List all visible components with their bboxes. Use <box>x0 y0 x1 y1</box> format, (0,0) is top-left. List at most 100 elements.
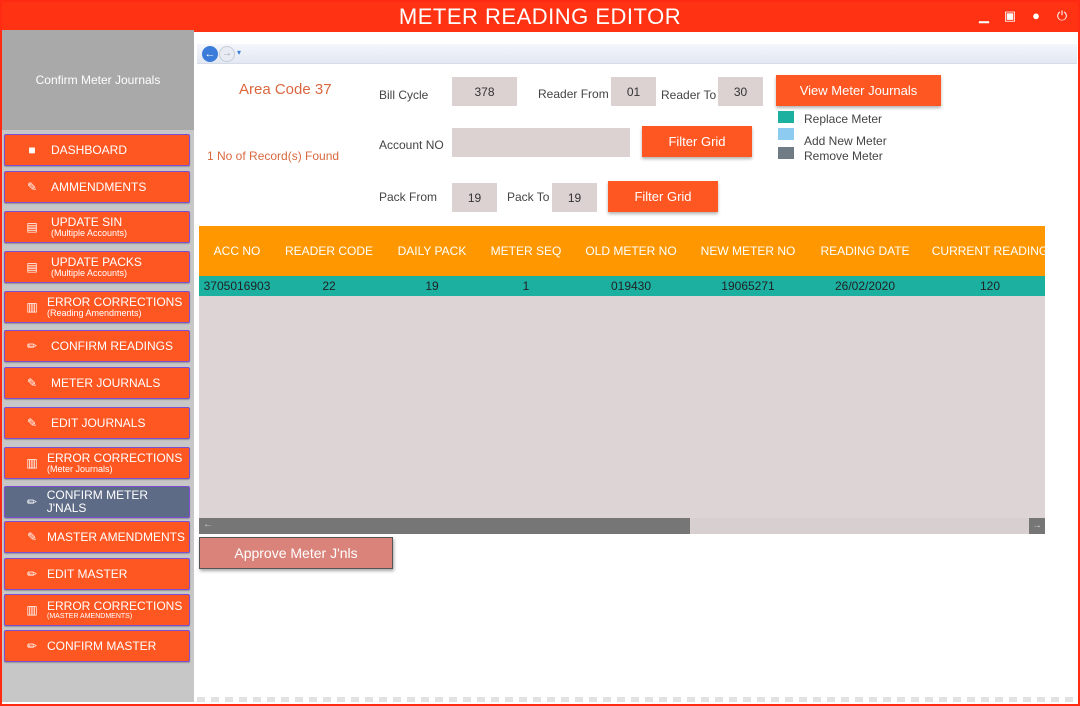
legend-label-replace: Replace Meter <box>804 112 883 126</box>
sidebar-item-label: EDIT MASTER <box>47 566 128 581</box>
scroll-right-icon[interactable]: → <box>1029 518 1045 534</box>
window-title: METER READING EDITOR <box>398 4 682 29</box>
sidebar-item-edit-journals[interactable]: ✎ EDIT JOURNALS <box>4 407 190 439</box>
account-no-label: Account NO <box>379 138 444 152</box>
scrollbar-thumb[interactable] <box>199 518 690 534</box>
column-header[interactable]: READER CODE <box>275 226 383 276</box>
view-meter-journals-button[interactable]: View Meter Journals <box>776 75 941 106</box>
window-controls: ▁ ▣ ● ⏻ <box>976 8 1070 24</box>
journals-grid: ACC NO READER CODE DAILY PACK METER SEQ … <box>199 226 1045 534</box>
sidebar-header: Confirm Meter Journals <box>2 30 194 130</box>
pack-to-field[interactable]: 19 <box>552 183 597 212</box>
column-header[interactable]: DAILY PACK <box>383 226 481 276</box>
sidebar-item-error-corrections-reading[interactable]: ▥ ERROR CORRECTIONS (Reading Amendments) <box>4 291 190 323</box>
table-cell: 19 <box>425 279 439 293</box>
reader-from-field[interactable]: 01 <box>611 77 656 106</box>
table-cell: 019430 <box>610 279 652 293</box>
pack-from-field[interactable]: 19 <box>452 183 497 212</box>
column-header[interactable]: READING DATE <box>805 226 925 276</box>
back-arrow-icon[interactable]: ← <box>202 46 218 62</box>
area-code-label: Area Code 37 <box>239 81 332 98</box>
scroll-left-icon[interactable]: ← <box>203 519 213 530</box>
sidebar-item-sublabel: (Meter Journals) <box>47 463 113 474</box>
sidebar-item-label: EDIT JOURNALS <box>51 415 146 430</box>
sidebar-item-label: ERROR CORRECTIONS <box>47 450 183 465</box>
sidebar-item-confirm-readings[interactable]: ✏ CONFIRM READINGS <box>4 330 190 362</box>
pencil-icon: ✏ <box>26 339 38 353</box>
pencil-icon: ✏ <box>26 495 37 509</box>
legend-swatch-add <box>778 128 794 140</box>
sidebar-item-label: ERROR CORRECTIONS <box>47 599 183 614</box>
minimize-icon[interactable]: ▁ <box>976 8 992 24</box>
forward-arrow-icon[interactable]: → <box>219 46 235 62</box>
navigation-bar: ← → ▾ <box>197 44 1077 64</box>
sidebar-item-error-corrections-master[interactable]: ▥ ERROR CORRECTIONS (MASTER AMENDMENTS) <box>4 594 190 626</box>
grid-header: ACC NO READER CODE DAILY PACK METER SEQ … <box>199 226 1045 276</box>
sidebar-item-label: CONFIRM READINGS <box>51 338 174 353</box>
sidebar-item-dashboard[interactable]: ■ DASHBOARD <box>4 134 190 166</box>
column-header[interactable]: NEW METER NO <box>691 226 805 276</box>
stack-icon: ▥ <box>26 300 38 314</box>
account-no-field[interactable] <box>452 128 630 157</box>
sidebar-item-label: UPDATE SIN <box>51 214 123 229</box>
document-icon: ▤ <box>26 220 38 234</box>
legend-label-remove: Remove Meter <box>804 149 883 163</box>
maximize-icon[interactable]: ▣ <box>1002 8 1018 24</box>
sidebar-item-label: CONFIRM MASTER <box>47 638 157 653</box>
table-cell: 22 <box>322 279 336 293</box>
pencil-icon: ✏ <box>26 567 38 581</box>
sidebar-item-master-amendments[interactable]: ✎ MASTER AMENDMENTS <box>4 521 190 553</box>
pack-from-label: Pack From <box>379 190 438 204</box>
stack-icon: ▥ <box>26 456 38 470</box>
reader-to-field[interactable]: 30 <box>718 77 763 106</box>
sidebar-item-label: ERROR CORRECTIONS <box>47 294 183 309</box>
sidebar-item-ammendments[interactable]: ✎ AMMENDMENTS <box>4 171 190 203</box>
records-found-label: 1 No of Record(s) Found <box>207 149 340 163</box>
sidebar-item-update-packs[interactable]: ▤ UPDATE PACKS (Multiple Accounts) <box>4 251 190 283</box>
bill-cycle-label: Bill Cycle <box>379 88 429 102</box>
column-header[interactable]: CURRENT READING <box>925 226 1045 276</box>
sidebar-item-sublabel: (Reading Amendments) <box>47 307 142 318</box>
approve-meter-journals-button[interactable]: Approve Meter J'nls <box>199 537 393 569</box>
column-header[interactable]: METER SEQ <box>481 226 571 276</box>
document-icon: ▤ <box>26 260 38 274</box>
user-edit-icon: ✎ <box>26 180 38 194</box>
bill-cycle-field[interactable]: 378 <box>452 77 517 106</box>
sidebar-item-error-corrections-meter[interactable]: ▥ ERROR CORRECTIONS (Meter Journals) <box>4 447 190 479</box>
table-cell: 19065271 <box>721 279 775 293</box>
legend-swatch-remove <box>778 147 794 159</box>
sidebar-item-label: METER JOURNALS <box>51 375 161 390</box>
reader-from-label: Reader From <box>538 87 609 101</box>
sidebar-item-update-sin[interactable]: ▤ UPDATE SIN (Multiple Accounts) <box>4 211 190 243</box>
sidebar-item-meter-journals[interactable]: ✎ METER JOURNALS <box>4 367 190 399</box>
user-edit-icon: ✎ <box>26 416 38 430</box>
stack-icon: ▥ <box>26 603 38 617</box>
pencil-icon: ✏ <box>26 639 38 653</box>
sidebar-item-label: AMMENDMENTS <box>51 179 147 194</box>
filter-grid-button[interactable]: Filter Grid <box>642 126 752 157</box>
book-icon: ■ <box>28 143 36 157</box>
chevron-down-icon[interactable]: ▾ <box>237 48 241 57</box>
horizontal-scrollbar[interactable]: ← → <box>199 518 1045 534</box>
reader-to-label: Reader To <box>661 88 717 102</box>
sidebar-item-sublabel: (MASTER AMENDMENTS) <box>47 612 133 620</box>
column-header[interactable]: ACC NO <box>199 226 275 276</box>
table-row[interactable]: 3705016903 22 19 1 019430 19065271 26/02… <box>199 276 1045 296</box>
sidebar-item-sublabel: (Multiple Accounts) <box>51 227 128 238</box>
user-icon[interactable]: ● <box>1028 8 1044 24</box>
column-header[interactable]: OLD METER NO <box>571 226 691 276</box>
user-edit-icon: ✎ <box>26 376 38 390</box>
sidebar-item-edit-master[interactable]: ✏ EDIT MASTER <box>4 558 190 590</box>
legend-label-add: Add New Meter <box>804 134 887 148</box>
sidebar-item-label: CONFIRM METER J'NALS <box>46 488 149 515</box>
power-icon[interactable]: ⏻ <box>1054 8 1070 24</box>
sidebar-item-confirm-master[interactable]: ✏ CONFIRM MASTER <box>4 630 190 662</box>
legend-swatch-replace <box>778 111 794 123</box>
filter-grid-button-pack[interactable]: Filter Grid <box>608 181 718 212</box>
sidebar-item-label: UPDATE PACKS <box>51 254 142 269</box>
pack-to-label: Pack To <box>507 190 550 204</box>
status-strip <box>197 697 1077 702</box>
table-cell: 3705016903 <box>203 279 271 293</box>
sidebar-item-label: MASTER AMENDMENTS <box>47 529 186 544</box>
sidebar-item-confirm-meter-jnals[interactable]: ✏ CONFIRM METER J'NALS <box>4 486 190 518</box>
